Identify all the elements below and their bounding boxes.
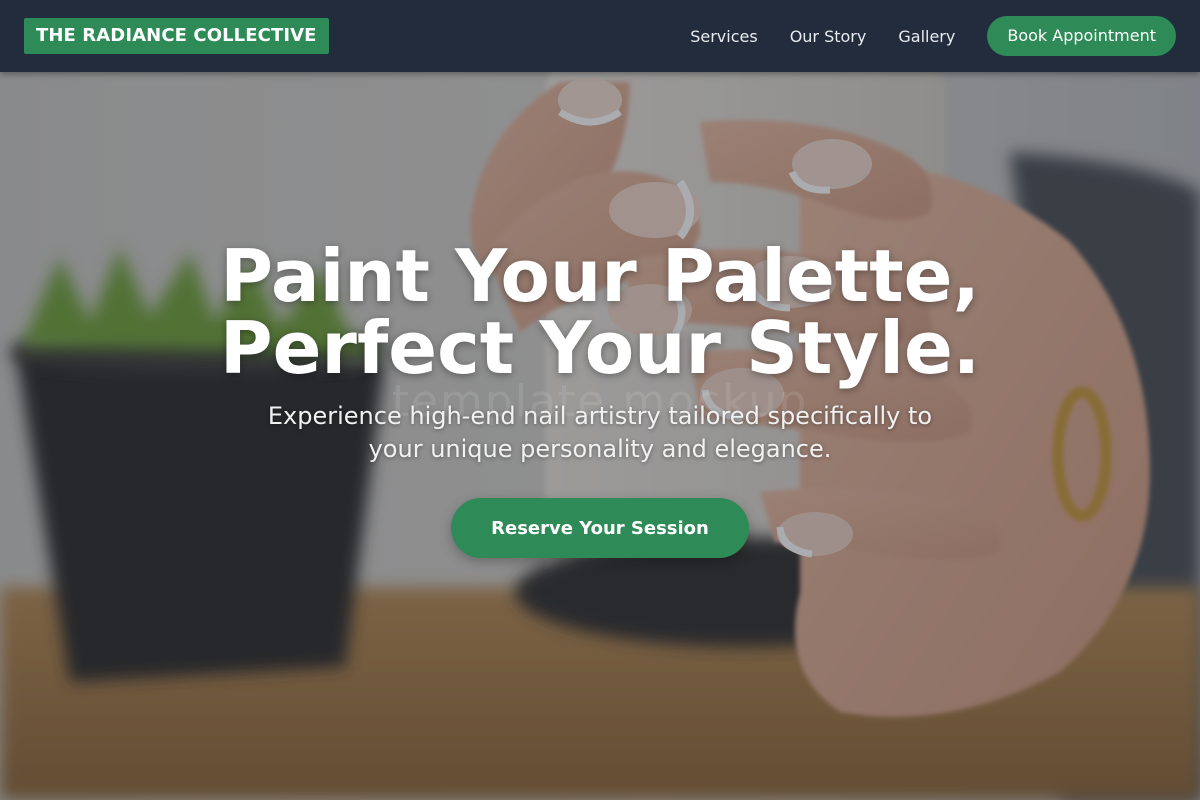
hero-content: Paint Your Palette, Perfect Your Style. …	[0, 72, 1200, 800]
reserve-session-button[interactable]: Reserve Your Session	[451, 498, 749, 558]
hero-subtitle: Experience high-end nail artistry tailor…	[267, 402, 933, 463]
site-header: THE RADIANCE COLLECTIVE Services Our Sto…	[0, 0, 1200, 72]
main-nav: Services Our Story Gallery Book Appointm…	[690, 16, 1176, 56]
nav-link-services[interactable]: Services	[690, 27, 757, 46]
nav-link-gallery[interactable]: Gallery	[898, 27, 955, 46]
brand-logo[interactable]: THE RADIANCE COLLECTIVE	[24, 18, 329, 54]
hero-section: template mockup Paint Your Palette, Perf…	[0, 72, 1200, 800]
hero-title: Paint Your Palette, Perfect Your Style.	[100, 240, 1100, 384]
hero-title-line-2: Perfect Your Style.	[219, 306, 981, 390]
book-appointment-button[interactable]: Book Appointment	[987, 16, 1176, 56]
nav-link-our-story[interactable]: Our Story	[790, 27, 867, 46]
